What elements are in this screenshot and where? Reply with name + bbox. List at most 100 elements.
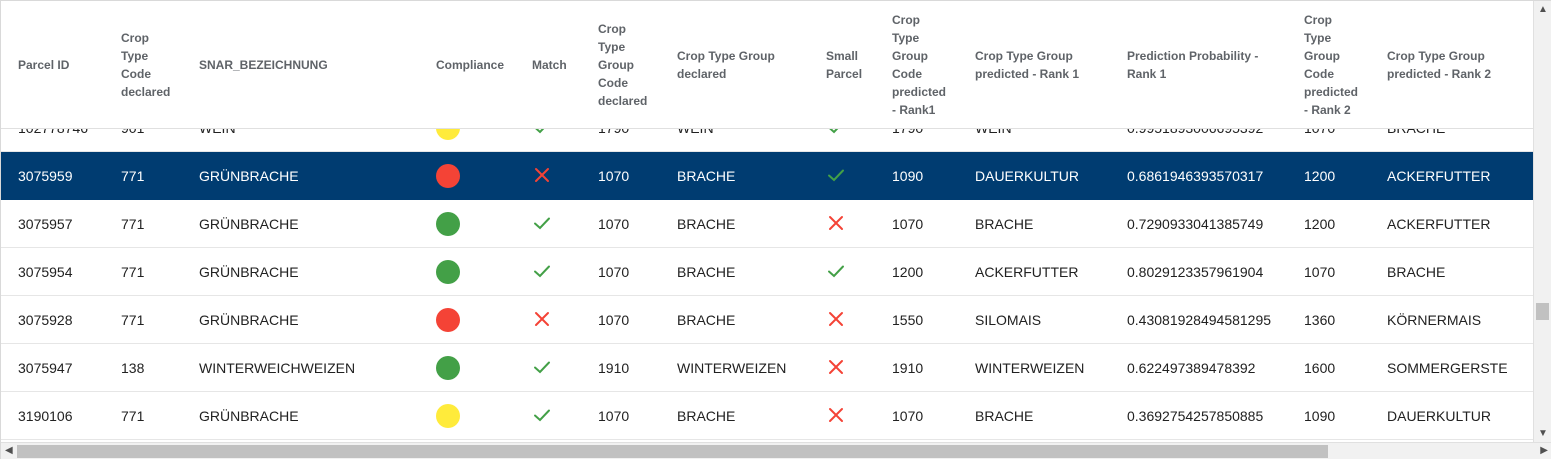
cell-parcel-id: 102778746 xyxy=(18,129,88,152)
cell-crop-type-group-declared: BRACHE xyxy=(677,248,735,296)
cell-crop-type-code-declared: 771 xyxy=(121,392,144,440)
column-header-label: predicted xyxy=(892,85,947,99)
column-header-crop-type-code-declared[interactable]: Crop Type Code declared xyxy=(121,1,170,129)
cell-compliance xyxy=(436,392,460,440)
table-row[interactable]: 3190106 771 GRÜNBRACHE 1070 BRACHE 1070 BRACHE… xyxy=(1,392,1533,440)
table-row[interactable]: 3075957 771 GRÜNBRACHE 1070 BRACHE 1070 BRACHE… xyxy=(1,200,1533,248)
column-header-parcel-id[interactable]: Parcel ID xyxy=(18,1,69,129)
column-header-match[interactable]: Match xyxy=(532,1,567,129)
cross-icon xyxy=(532,165,552,188)
cell-small-parcel xyxy=(826,392,846,440)
cell-crop-type-group-code-predicted-rank1: 1070 xyxy=(892,200,923,248)
cell-text: 0.43081928494581295 xyxy=(1127,312,1272,328)
column-header-prediction-probability-rank1[interactable]: Prediction Probability - Rank 1 xyxy=(1127,1,1258,129)
column-header-label: predicted - Rank 2 xyxy=(1387,67,1492,81)
table-row[interactable]: 3075954 771 GRÜNBRACHE 1070 BRACHE 1200 ACKERF… xyxy=(1,248,1533,296)
cell-small-parcel xyxy=(826,200,846,248)
table-row[interactable]: 3075928 771 GRÜNBRACHE 1070 BRACHE 1550 SILOMA… xyxy=(1,296,1533,344)
cell-match xyxy=(532,248,552,296)
column-header-crop-type-group-code-declared[interactable]: Crop Type Group Code declared xyxy=(598,1,647,129)
data-grid: Parcel ID Crop Type Code declared SNAR_BEZEIC… xyxy=(0,0,1551,459)
cell-crop-type-group-code-predicted-rank1: 1790 xyxy=(892,129,923,152)
cell-text: 1200 xyxy=(1304,168,1336,184)
cell-crop-type-group-predicted-rank1: BRACHE xyxy=(975,392,1033,440)
cross-icon xyxy=(826,357,846,380)
cell-snar-bezeichnung: GRÜNBRACHE xyxy=(199,152,299,200)
cell-prediction-probability-rank1: 0.6861946393570317 xyxy=(1127,152,1263,200)
chevron-right-icon[interactable]: ▶ xyxy=(1540,445,1548,456)
cell-text: 1070 xyxy=(598,216,630,232)
cell-text: GRÜNBRACHE xyxy=(199,264,299,280)
cell-text: BRACHE xyxy=(677,312,736,328)
cell-text: BRACHE xyxy=(677,264,736,280)
vertical-scrollbar-thumb[interactable] xyxy=(1536,303,1549,320)
cell-small-parcel xyxy=(826,248,846,296)
column-header-label: Prediction Probability - xyxy=(1127,49,1259,63)
cell-crop-type-code-declared: 771 xyxy=(121,200,144,248)
cell-parcel-id: 3075959 xyxy=(18,152,73,200)
cell-crop-type-group-predicted-rank1: ACKERFUTTER xyxy=(975,248,1078,296)
cell-match xyxy=(532,392,552,440)
cell-text: BRACHE xyxy=(1387,264,1446,280)
cell-text: 1360 xyxy=(1304,312,1336,328)
cell-small-parcel xyxy=(826,152,846,200)
cell-crop-type-group-predicted-rank2: DAUERKULTUR xyxy=(1387,392,1491,440)
cell-text: WEIN xyxy=(199,129,236,136)
chevron-left-icon[interactable]: ◀ xyxy=(5,445,13,456)
cell-crop-type-group-code-predicted-rank1: 1200 xyxy=(892,248,923,296)
check-icon xyxy=(532,357,552,380)
cell-crop-type-group-code-predicted-rank2: 1200 xyxy=(1304,152,1335,200)
cell-prediction-probability-rank1: 0.8029123357961904 xyxy=(1127,248,1263,296)
cell-crop-type-group-predicted-rank1: WINTERWEIZEN xyxy=(975,344,1084,392)
column-header-label: Code xyxy=(121,67,151,81)
cell-text: 1070 xyxy=(598,264,630,280)
cell-parcel-id: 3190106 xyxy=(18,392,73,440)
cell-text: 3075954 xyxy=(18,264,73,280)
column-header-label: Type xyxy=(598,40,626,54)
column-header-compliance[interactable]: Compliance xyxy=(436,1,504,129)
cell-parcel-id: 3075928 xyxy=(18,296,73,344)
cell-text: WEIN xyxy=(677,129,714,136)
column-header-crop-type-group-code-predicted-rank2[interactable]: Crop Type Group Code predicted - Rank 2 xyxy=(1304,1,1358,129)
cell-prediction-probability-rank1: 0.9951893006695392 xyxy=(1127,129,1263,152)
cell-text: BRACHE xyxy=(677,216,736,232)
cell-crop-type-group-code-declared: 1070 xyxy=(598,248,629,296)
column-header-crop-type-group-predicted-rank1[interactable]: Crop Type Group predicted - Rank 1 xyxy=(975,1,1079,129)
column-header-small-parcel[interactable]: Small Parcel xyxy=(826,1,862,129)
column-header-snar-bezeichnung[interactable]: SNAR_BEZEICHNUNG xyxy=(199,1,328,129)
cell-crop-type-group-code-declared: 1070 xyxy=(598,296,629,344)
cell-small-parcel xyxy=(826,129,846,152)
chevron-down-icon[interactable]: ▼ xyxy=(1538,428,1548,439)
check-icon xyxy=(532,213,552,236)
column-header-crop-type-group-declared[interactable]: Crop Type Group declared xyxy=(677,1,775,129)
table-row[interactable]: 3075947 138 WINTERWEICHWEIZEN 1910 WINTERWEI… xyxy=(1,344,1533,392)
cell-compliance xyxy=(436,200,460,248)
cell-prediction-probability-rank1: 0.43081928494581295 xyxy=(1127,296,1271,344)
cell-text: 771 xyxy=(121,264,145,280)
cell-crop-type-group-code-declared: 1070 xyxy=(598,200,629,248)
cell-text: 3075947 xyxy=(18,360,73,376)
check-icon xyxy=(826,165,846,188)
cell-text: 1070 xyxy=(598,312,630,328)
horizontal-scrollbar[interactable]: ◀ ▶ xyxy=(1,442,1551,459)
cell-crop-type-group-code-predicted-rank1: 1550 xyxy=(892,296,923,344)
cell-text: 3075957 xyxy=(18,216,73,232)
column-header-crop-type-group-predicted-rank2[interactable]: Crop Type Group predicted - Rank 2 xyxy=(1387,1,1491,129)
vertical-scrollbar[interactable]: ▲ ▼ xyxy=(1533,1,1551,442)
horizontal-scrollbar-thumb[interactable] xyxy=(17,445,1328,458)
cell-crop-type-group-predicted-rank2: ACKERFUTTER xyxy=(1387,200,1490,248)
cell-crop-type-group-predicted-rank2: BRACHE xyxy=(1387,129,1445,152)
cell-parcel-id: 3075947 xyxy=(18,344,73,392)
cell-crop-type-code-declared: 771 xyxy=(121,152,144,200)
cell-crop-type-group-declared: BRACHE xyxy=(677,200,735,248)
cell-compliance xyxy=(436,152,460,200)
cell-text: GRÜNBRACHE xyxy=(199,312,299,328)
table-row-selected[interactable]: 3075959 771 GRÜNBRACHE 1070 BRACHE 1090 DAUERK… xyxy=(1,152,1533,200)
column-header-crop-type-group-code-predicted-rank1[interactable]: Crop Type Group Code predicted - Rank1 xyxy=(892,1,946,129)
cell-crop-type-group-predicted-rank1: WEIN xyxy=(975,129,1012,152)
table-row[interactable]: 102778746 901 WEIN 1790 WEIN 1790 WEIN 0.995189… xyxy=(1,129,1533,152)
cell-text: ACKERFUTTER xyxy=(975,264,1079,280)
chevron-up-icon[interactable]: ▲ xyxy=(1538,4,1548,15)
cell-text: 1200 xyxy=(1304,216,1336,232)
cell-match xyxy=(532,200,552,248)
